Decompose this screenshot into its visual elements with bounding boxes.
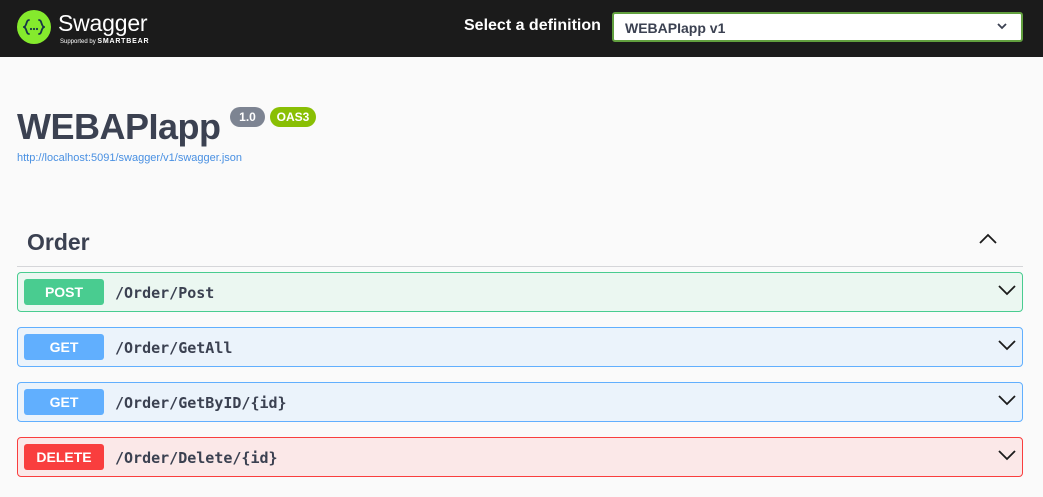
operation-path: /Order/GetByID/{id} xyxy=(115,394,287,412)
api-title: WEBAPIapp xyxy=(17,106,221,147)
spec-json-link[interactable]: http://localhost:5091/swagger/v1/swagger… xyxy=(17,151,242,165)
version-badge: 1.0 xyxy=(230,107,265,127)
method-badge: GET xyxy=(24,389,104,415)
oas-badge: OAS3 xyxy=(270,107,316,127)
swagger-logo-icon[interactable] xyxy=(17,10,51,44)
operation-get-order-by-id[interactable]: GET /Order/GetByID/{id} xyxy=(17,382,1023,422)
tagline-prefix: Supported by xyxy=(60,39,96,45)
tag-section-order[interactable]: Order xyxy=(17,225,1023,267)
chevron-down-icon[interactable] xyxy=(998,339,1016,351)
operation-path: /Order/Post xyxy=(115,284,215,302)
operation-post-order[interactable]: POST /Order/Post xyxy=(17,272,1023,312)
operation-path: /Order/GetAll xyxy=(115,339,233,357)
chevron-up-icon[interactable] xyxy=(978,233,998,245)
braces-icon xyxy=(23,19,45,35)
operation-path: /Order/Delete/{id} xyxy=(115,449,278,467)
definition-select[interactable]: WEBAPIapp v1 xyxy=(612,12,1023,42)
method-badge: GET xyxy=(24,334,104,360)
method-badge: POST xyxy=(24,279,104,305)
chevron-down-icon[interactable] xyxy=(998,449,1016,461)
section-title: Order xyxy=(27,229,90,255)
operation-delete-order[interactable]: DELETE /Order/Delete/{id} xyxy=(17,437,1023,477)
chevron-down-icon[interactable] xyxy=(998,284,1016,296)
brand-name[interactable]: Swagger xyxy=(58,10,148,36)
brand-tagline: Supported by SMARTBEAR xyxy=(60,38,149,46)
method-badge: DELETE xyxy=(24,444,104,470)
definition-select-value: WEBAPIapp v1 xyxy=(625,20,726,36)
topbar: Swagger Supported by SMARTBEAR Select a … xyxy=(0,0,1043,57)
definition-label: Select a definition xyxy=(464,17,601,34)
chevron-down-icon xyxy=(997,23,1007,30)
operation-get-all-orders[interactable]: GET /Order/GetAll xyxy=(17,327,1023,367)
tagline-company: SMARTBEAR xyxy=(97,38,150,45)
chevron-down-icon[interactable] xyxy=(998,394,1016,406)
